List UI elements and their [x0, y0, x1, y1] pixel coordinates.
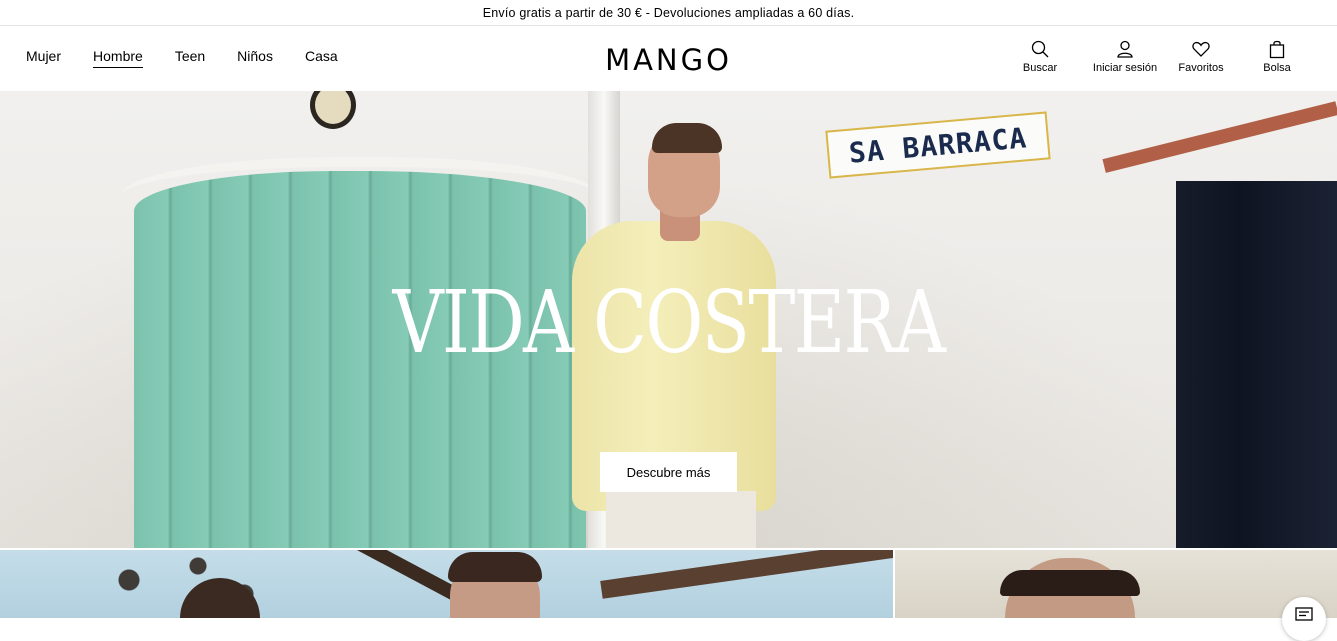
nav-item-casa[interactable]: Casa	[305, 48, 338, 68]
brand-logo[interactable]: MANGO	[605, 43, 732, 77]
promo-bar: Envío gratis a partir de 30 € - Devoluci…	[0, 0, 1337, 26]
tree-branch	[306, 550, 464, 604]
chat-button[interactable]	[1282, 597, 1326, 641]
login-button[interactable]: Iniciar sesión	[1083, 39, 1167, 74]
nav-item-mujer[interactable]: Mujer	[26, 48, 61, 68]
bag-label: Bolsa	[1263, 62, 1291, 74]
promo-text: Envío gratis a partir de 30 € - Devoluci…	[482, 5, 855, 20]
search-icon	[1031, 40, 1049, 58]
tile-person-hair	[1000, 570, 1140, 596]
favorites-button[interactable]: Favoritos	[1171, 39, 1231, 74]
nav-item-hombre[interactable]: Hombre	[93, 48, 143, 68]
nav-item-ninos[interactable]: Niños	[237, 48, 273, 68]
main-nav: Mujer Hombre Teen Niños Casa	[26, 48, 370, 68]
nav-item-teen[interactable]: Teen	[175, 48, 205, 68]
favorites-label: Favoritos	[1178, 62, 1224, 74]
promo-tile-left[interactable]	[0, 550, 893, 618]
header-actions: Buscar Iniciar sesión Favoritos Bolsa	[1010, 39, 1305, 74]
search-button[interactable]: Buscar	[1010, 39, 1070, 74]
hero-banner[interactable]: SA BARRACA VIDA COSTERA Descubre más	[0, 91, 1337, 548]
user-icon	[1117, 40, 1133, 58]
tile-person-hair	[448, 552, 542, 582]
discover-more-button[interactable]: Descubre más	[600, 452, 737, 492]
bag-icon	[1269, 40, 1285, 59]
promo-tile-right[interactable]	[895, 550, 1337, 618]
site-header: Mujer Hombre Teen Niños Casa MANGO Busca…	[0, 26, 1337, 90]
hero-model-hair	[652, 123, 722, 153]
login-label: Iniciar sesión	[1092, 62, 1158, 74]
chat-icon	[1295, 607, 1313, 621]
tree-branch	[600, 550, 893, 599]
hero-model-pants	[606, 491, 756, 548]
heart-icon	[1192, 41, 1210, 57]
search-label: Buscar	[1022, 62, 1058, 74]
hero-title: VIDA COSTERA	[392, 273, 946, 373]
bag-button[interactable]: Bolsa	[1249, 39, 1305, 74]
